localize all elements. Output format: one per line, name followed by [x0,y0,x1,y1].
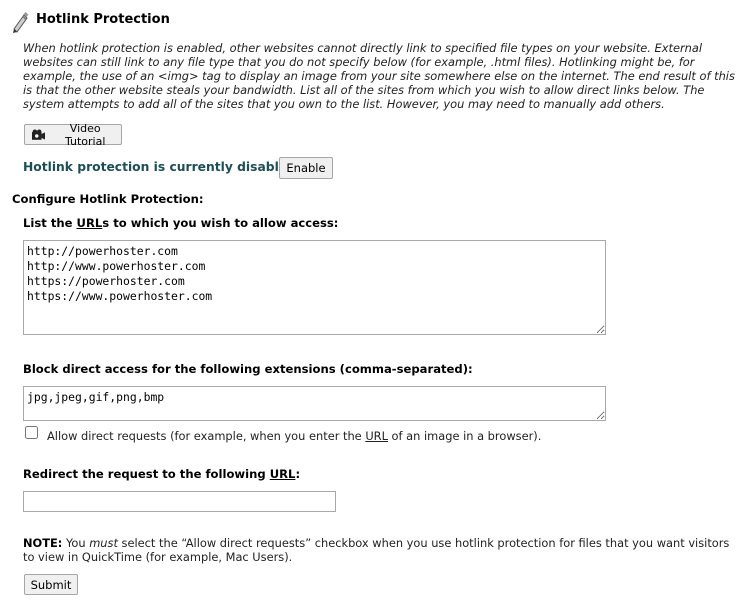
allowed-urls-textarea[interactable]: http://powerhoster.com http://www.powerh… [23,240,606,335]
video-camera-icon [32,128,46,140]
allow-direct-requests-label[interactable]: Allow direct requests (for example, when… [47,429,541,443]
pen-icon [13,12,29,33]
video-tutorial-label: Video Tutorial [64,121,106,148]
urls-label: List the URLs to which you wish to allow… [23,216,339,230]
redirect-label: Redirect the request to the following UR… [23,467,301,481]
description-text: When hotlink protection is enabled, othe… [23,41,735,111]
submit-button[interactable]: Submit [24,574,78,595]
url-abbr: URL [365,429,388,443]
url-abbr: URL [76,216,103,230]
block-extensions-label: Block direct access for the following ex… [23,362,473,376]
video-tutorial-button[interactable]: Video Tutorial [24,121,122,148]
note-text: NOTE: You must select the “Allow direct … [23,536,730,564]
allow-direct-requests-checkbox[interactable] [25,426,38,439]
page-title: Hotlink Protection [36,12,170,27]
extensions-textarea[interactable]: jpg,jpeg,gif,png,bmp [23,386,606,421]
status-text: Hotlink protection is currently disabled… [23,160,301,174]
redirect-url-input[interactable] [23,491,336,512]
enable-button[interactable]: Enable [279,157,333,179]
configure-heading: Configure Hotlink Protection: [12,192,204,206]
url-abbr: URL [269,467,296,481]
